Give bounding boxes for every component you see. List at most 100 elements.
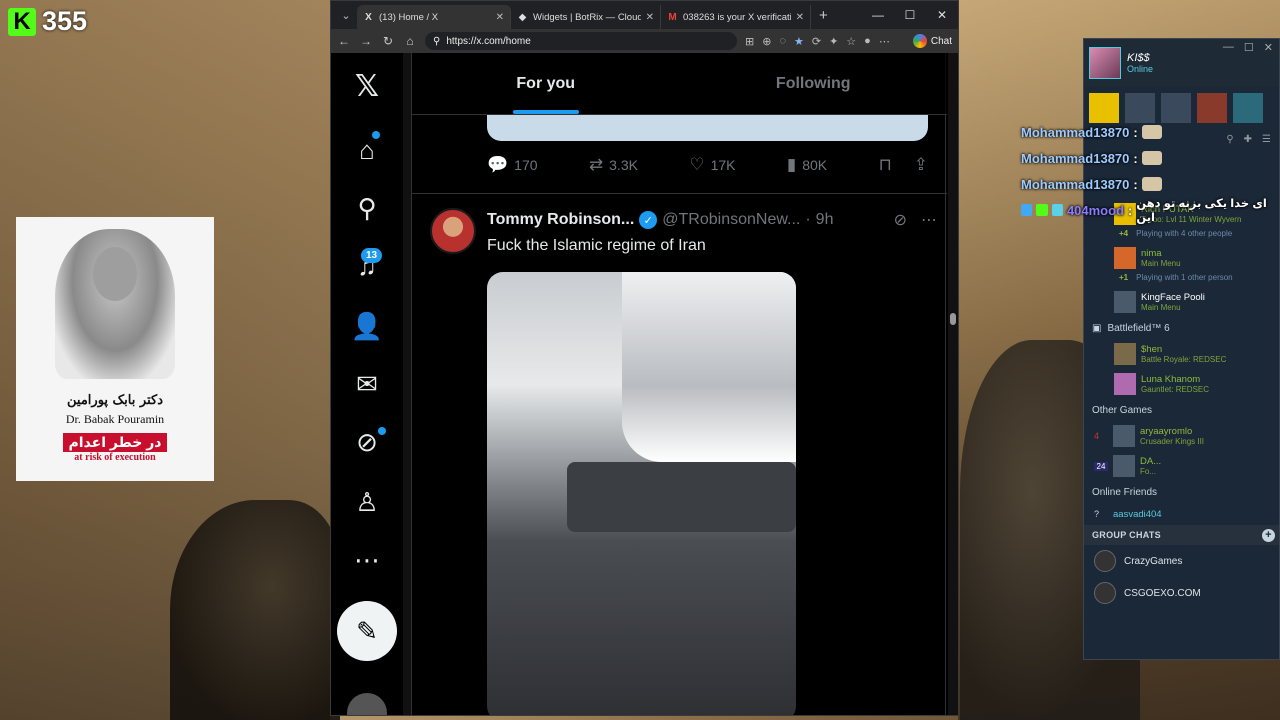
game-group-battlefield[interactable]: ▣ Battlefield™ 6 [1084,317,1279,339]
forward-arrow-icon[interactable]: → [359,34,373,48]
author-avatar[interactable] [430,208,476,254]
friend-row[interactable]: ? aasvadi404 [1084,503,1279,525]
back-arrow-icon[interactable]: ← [337,34,351,48]
tab-title: Widgets | BotRix — Cloud Stream [533,11,641,23]
more-dots-icon[interactable]: ⋯ [921,210,937,230]
chat-username: Mohammad13870 [1021,124,1130,140]
tab-actions-chevron-icon[interactable]: ⌄ [335,5,357,25]
home-notification-dot [372,131,380,139]
menu-dots-icon[interactable]: ⋯ [879,35,890,48]
share-icon[interactable]: ⇪ [914,155,928,175]
previous-post-media[interactable] [487,115,928,141]
close-tab-icon[interactable]: ✕ [646,12,654,23]
chat-message: Mohammad13870 : [1021,119,1280,145]
reading-icon[interactable]: ◌ [779,35,786,48]
reply-button[interactable]: 💬 170 [487,155,538,175]
other-games-header[interactable]: Other Games [1084,399,1279,421]
tab-botrix-widgets[interactable]: ◆ Widgets | BotRix — Cloud Stream ✕ [511,5,661,29]
separator-dot: · [805,211,811,228]
friend-row[interactable]: Luna Khanom Gauntlet: REDSEC [1084,369,1279,399]
close-tab-icon[interactable]: ✕ [796,12,804,23]
post-divider [412,193,947,194]
close-icon[interactable]: ✕ [1264,41,1273,54]
chat-username: Mohammad13870 [1021,176,1130,192]
friend-row[interactable]: $hen Battle Royale: REDSEC [1084,339,1279,369]
portrait-photo [55,229,175,379]
friend-row[interactable]: 4 aryaayromlo Crusader Kings III [1084,421,1279,451]
add-group-chat-icon[interactable]: + [1262,528,1275,542]
chat-colon: : [1133,176,1138,192]
friend-row[interactable]: 24 DA... Fo... [1084,451,1279,481]
author-handle[interactable]: @TRobinsonNew... [662,211,800,229]
more-options-icon[interactable]: ⋯ [350,543,384,577]
reply-count: 170 [514,157,538,173]
messages-envelope-icon[interactable]: ✉ [350,367,384,401]
page-scrollbar[interactable] [948,53,958,715]
friend-row[interactable]: nima Main Menu [1084,243,1279,273]
site-info-icon[interactable]: ⚲ [433,36,440,47]
refresh-extension-icon[interactable]: ⟳ [812,35,821,48]
chat-colon: : [1128,202,1133,218]
group-chat-item[interactable]: CrazyGames [1084,545,1279,577]
maximize-icon[interactable]: ☐ [894,8,926,22]
game-group-title: Battlefield™ 6 [1107,322,1170,334]
bookmark-icon[interactable]: ⊓ [878,155,891,175]
reload-icon[interactable]: ↻ [381,34,395,48]
tab-bar: ⌄ X (13) Home / X ✕ ◆ Widgets | BotRix —… [331,1,958,29]
minimize-icon[interactable]: — [1223,41,1234,54]
home-icon[interactable]: ⌂ [350,133,384,167]
online-friends-header[interactable]: Online Friends [1084,481,1279,503]
tab-gmail[interactable]: M 038263 is your X verification code ✕ [661,5,811,29]
compose-post-button[interactable]: ✎ [337,601,397,661]
game-character-left [170,500,340,720]
friend-row[interactable]: KingFace Pooli Main Menu [1084,287,1279,317]
favorites-icon[interactable]: ☆ [846,35,856,48]
zoom-icon[interactable]: ⊕ [762,35,771,48]
poster-name-fa: دکتر بابک پورامین [67,393,163,408]
close-window-icon[interactable]: ✕ [926,8,958,22]
sidebar-scrollbar[interactable] [403,53,411,715]
account-avatar[interactable] [347,693,387,715]
extensions-icon[interactable]: ✦ [829,35,838,48]
tweet-time[interactable]: 9h [816,211,834,229]
game-badge: 4 [1094,431,1100,441]
author-name[interactable]: Tommy Robinson... [487,211,634,229]
profile-person-icon[interactable]: ♙ [350,485,384,519]
group-chat-name: CSGOEXO.COM [1124,587,1201,599]
tab-for-you[interactable]: For you [412,53,680,114]
x-logo-icon[interactable]: 𝕏 [350,69,384,103]
repost-count: 3.3K [609,157,638,173]
minimize-icon[interactable]: — [862,8,894,22]
url-field[interactable]: ⚲ https://x.com/home [425,32,737,50]
close-tab-icon[interactable]: ✕ [496,12,504,23]
friend-avatar [1114,373,1136,395]
repost-button[interactable]: ⇄ 3.3K [589,155,638,175]
maximize-icon[interactable]: ☐ [1244,41,1254,54]
viewer-count: 355 [42,6,88,36]
profile-icon[interactable]: ● [864,35,871,48]
search-icon[interactable]: ⚲ [350,191,384,225]
scrollbar-thumb[interactable] [950,313,956,325]
steam-user-info[interactable]: KI$$ Online [1127,52,1153,74]
tab-following[interactable]: Following [680,53,948,114]
grok-explain-icon[interactable]: ⊘ [894,210,907,230]
group-chat-item[interactable]: CSGOEXO.COM [1084,577,1279,609]
x-home-page: 𝕏 ⌂ ⚲ ♫ 13 👤 ✉ ⊘ ♙ ⋯ ✎ For you Following… [331,53,958,715]
follow-person-icon[interactable]: 👤 [350,309,384,343]
tweet-video[interactable] [487,272,796,715]
like-button[interactable]: ♡ 17K [689,155,735,175]
copilot-chat-button[interactable]: Chat [912,34,952,48]
apps-icon[interactable]: ⊞ [745,35,754,48]
home-icon[interactable]: ⌂ [403,34,417,48]
friend-name: nima [1141,248,1162,259]
favorite-star-icon[interactable]: ★ [794,35,804,48]
party-text: Playing with 1 other person [1136,273,1233,282]
views-button[interactable]: ▮ 80K [787,155,827,175]
group-chats-header[interactable]: GROUP CHATS + [1084,525,1279,545]
new-tab-plus-icon[interactable]: + [811,7,836,24]
views-chart-icon: ▮ [786,155,797,174]
kick-logo-icon: K [8,7,36,36]
tab-x-home[interactable]: X (13) Home / X ✕ [357,5,511,29]
steam-user-avatar[interactable] [1089,47,1121,79]
post-extra-actions: ⊓ ⇪ [878,155,928,175]
